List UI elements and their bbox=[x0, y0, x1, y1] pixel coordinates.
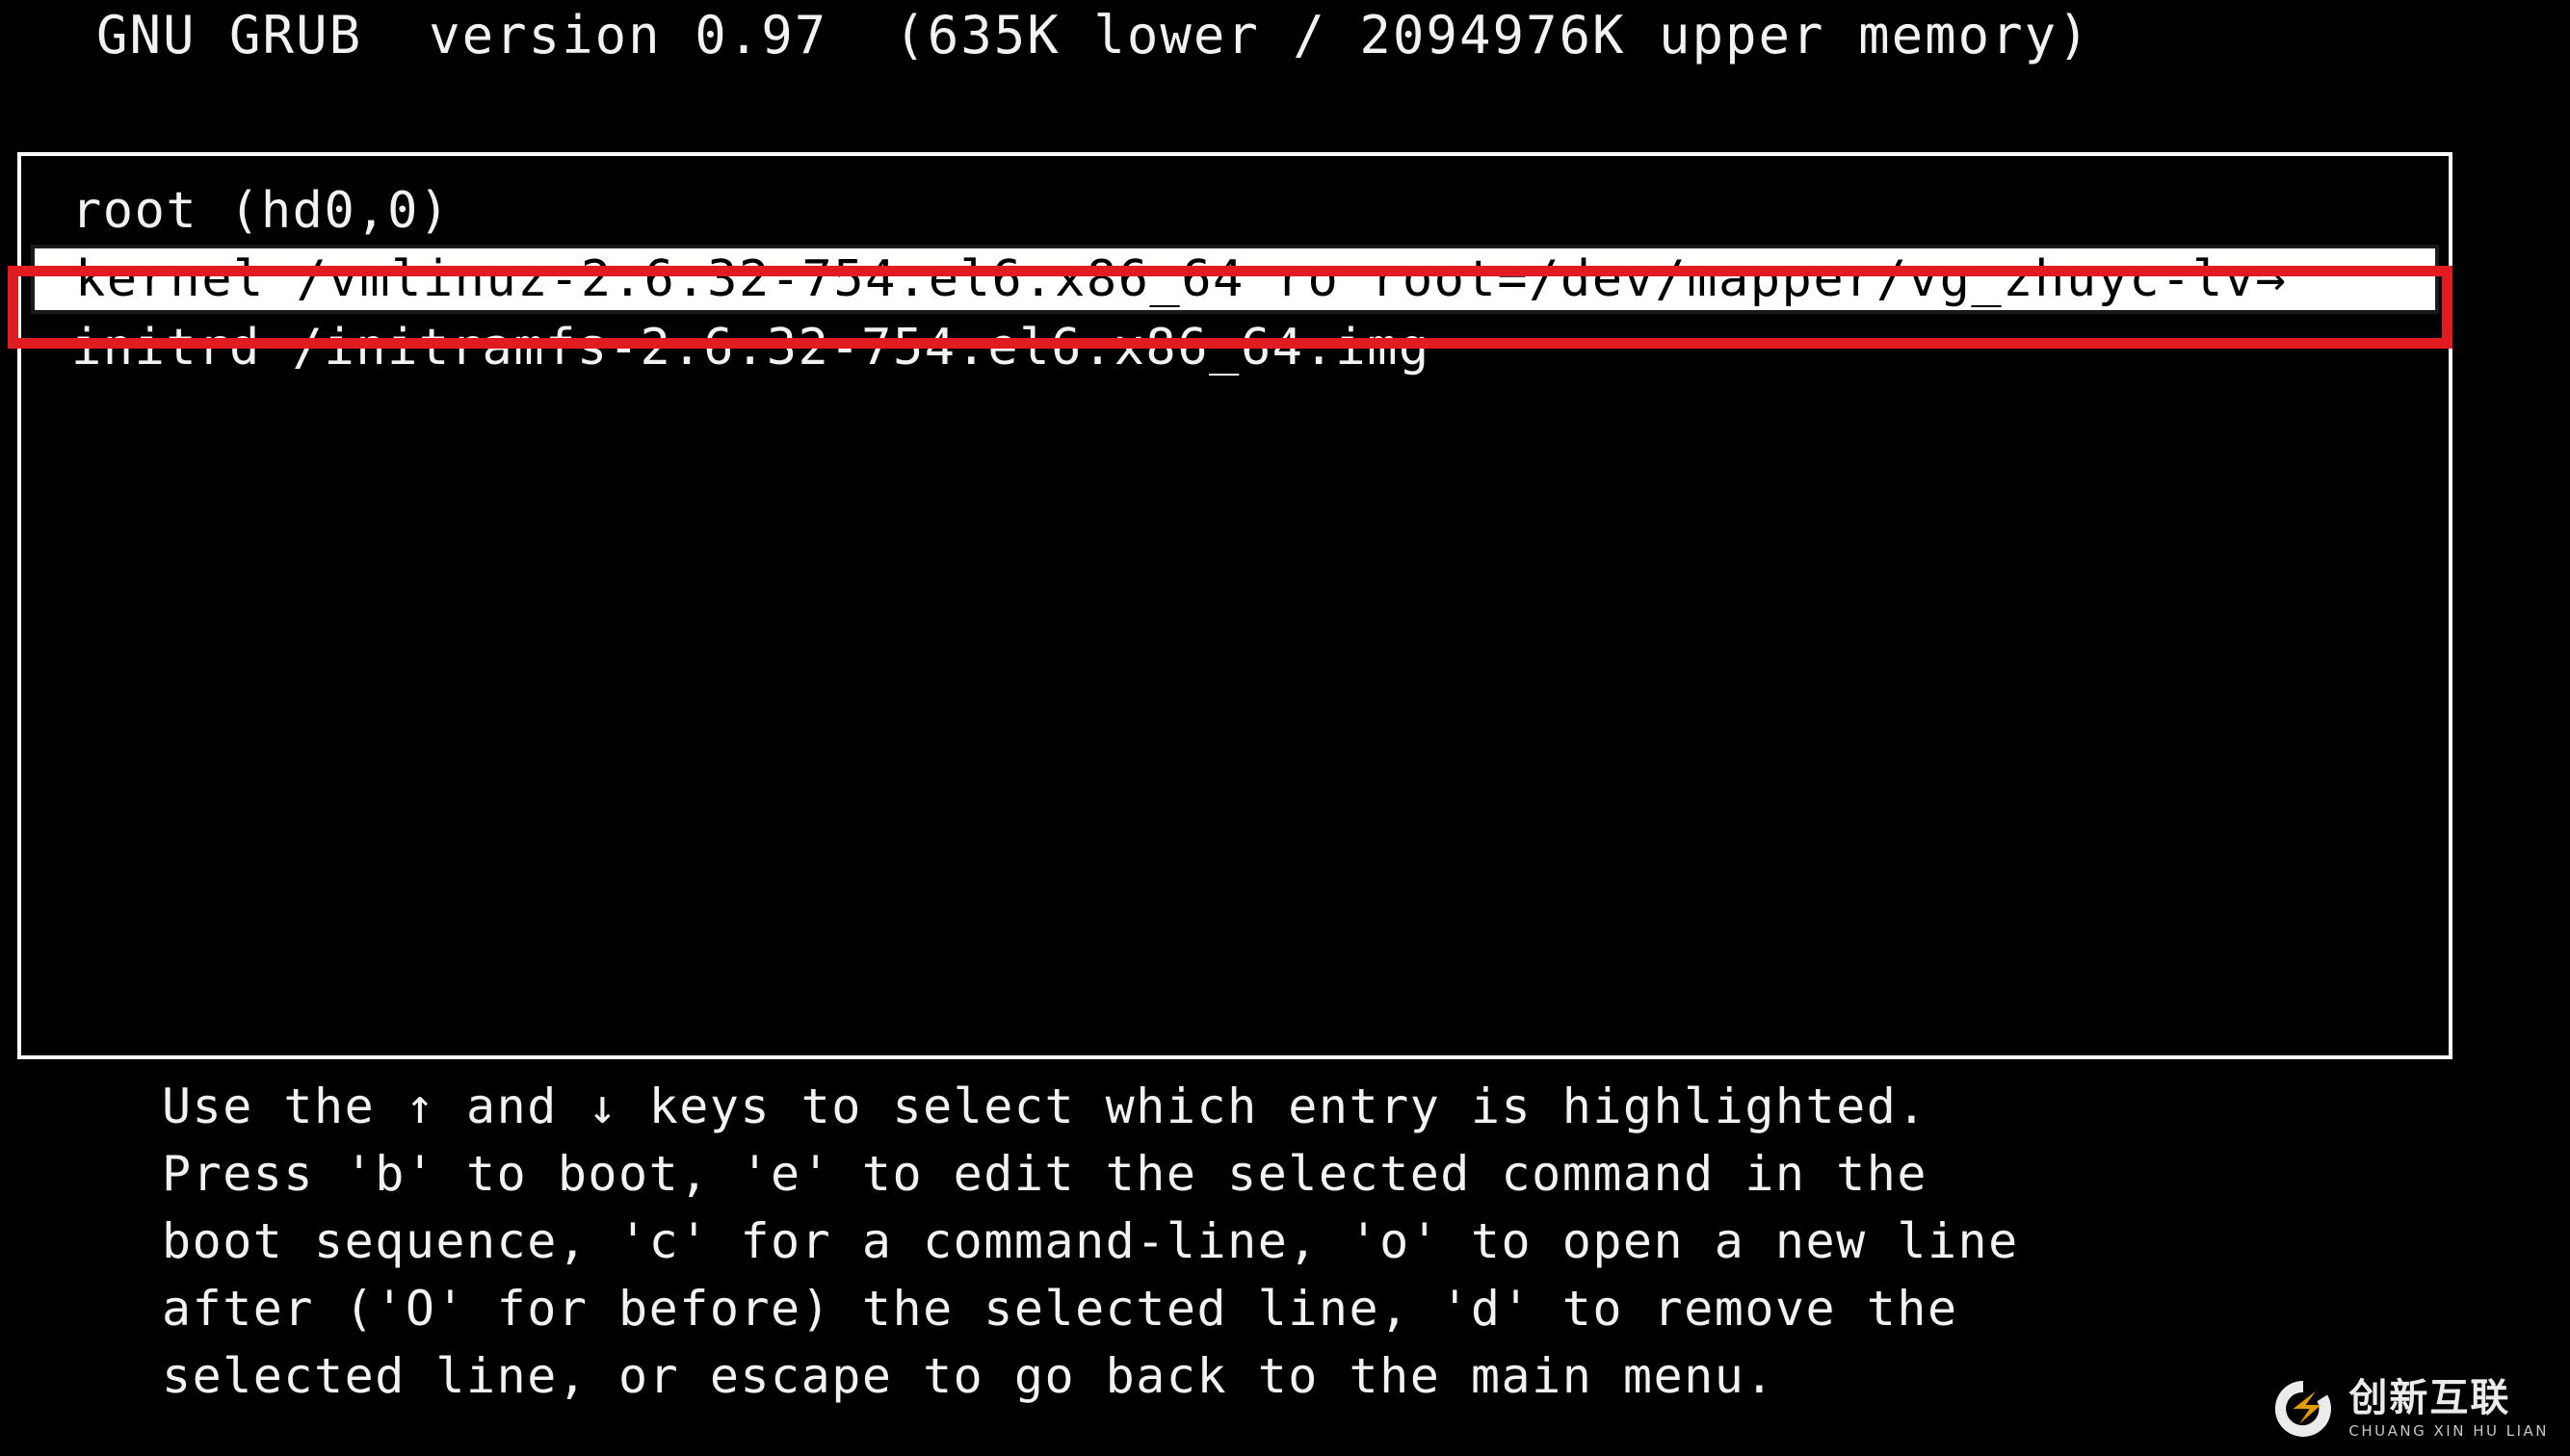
help-line-5: selected line, or escape to go back to t… bbox=[162, 1348, 1775, 1404]
menu-entry-kernel[interactable]: kernel /vmlinuz-2.6.32-754.el6.x86_64 ro… bbox=[31, 245, 2439, 314]
help-line-4: after ('O' for before) the selected line… bbox=[162, 1281, 1958, 1337]
grub-help-text: Use the ↑ and ↓ keys to select which ent… bbox=[162, 1073, 2474, 1410]
chuangxin-circle-x-logo-icon bbox=[2275, 1380, 2332, 1438]
help-line-1: Use the ↑ and ↓ keys to select which ent… bbox=[162, 1079, 1928, 1134]
grub-menu-frame: root (hd0,0) kernel /vmlinuz-2.6.32-754.… bbox=[17, 152, 2452, 1059]
menu-entry-root[interactable]: root (hd0,0) bbox=[21, 177, 2449, 245]
grub-title: GNU GRUB version 0.97 (635K lower / 2094… bbox=[96, 5, 2091, 65]
grub-menu-list: root (hd0,0) kernel /vmlinuz-2.6.32-754.… bbox=[21, 156, 2449, 381]
grub-screen: GNU GRUB version 0.97 (635K lower / 2094… bbox=[0, 0, 2570, 1456]
help-line-3: boot sequence, 'c' for a command-line, '… bbox=[162, 1213, 2019, 1269]
menu-entry-initrd[interactable]: initrd /initramfs-2.6.32-754.el6.x86_64.… bbox=[21, 314, 2449, 381]
watermark-pinyin: CHUANG XIN HU LIAN bbox=[2348, 1422, 2549, 1440]
watermark-text: 创新互联 CHUANG XIN HU LIAN bbox=[2348, 1379, 2549, 1439]
watermark-chinese: 创新互联 bbox=[2348, 1376, 2511, 1420]
help-line-2: Press 'b' to boot, 'e' to edit the selec… bbox=[162, 1146, 1928, 1202]
watermark: 创新互联 CHUANG XIN HU LIAN bbox=[2271, 1377, 2549, 1441]
